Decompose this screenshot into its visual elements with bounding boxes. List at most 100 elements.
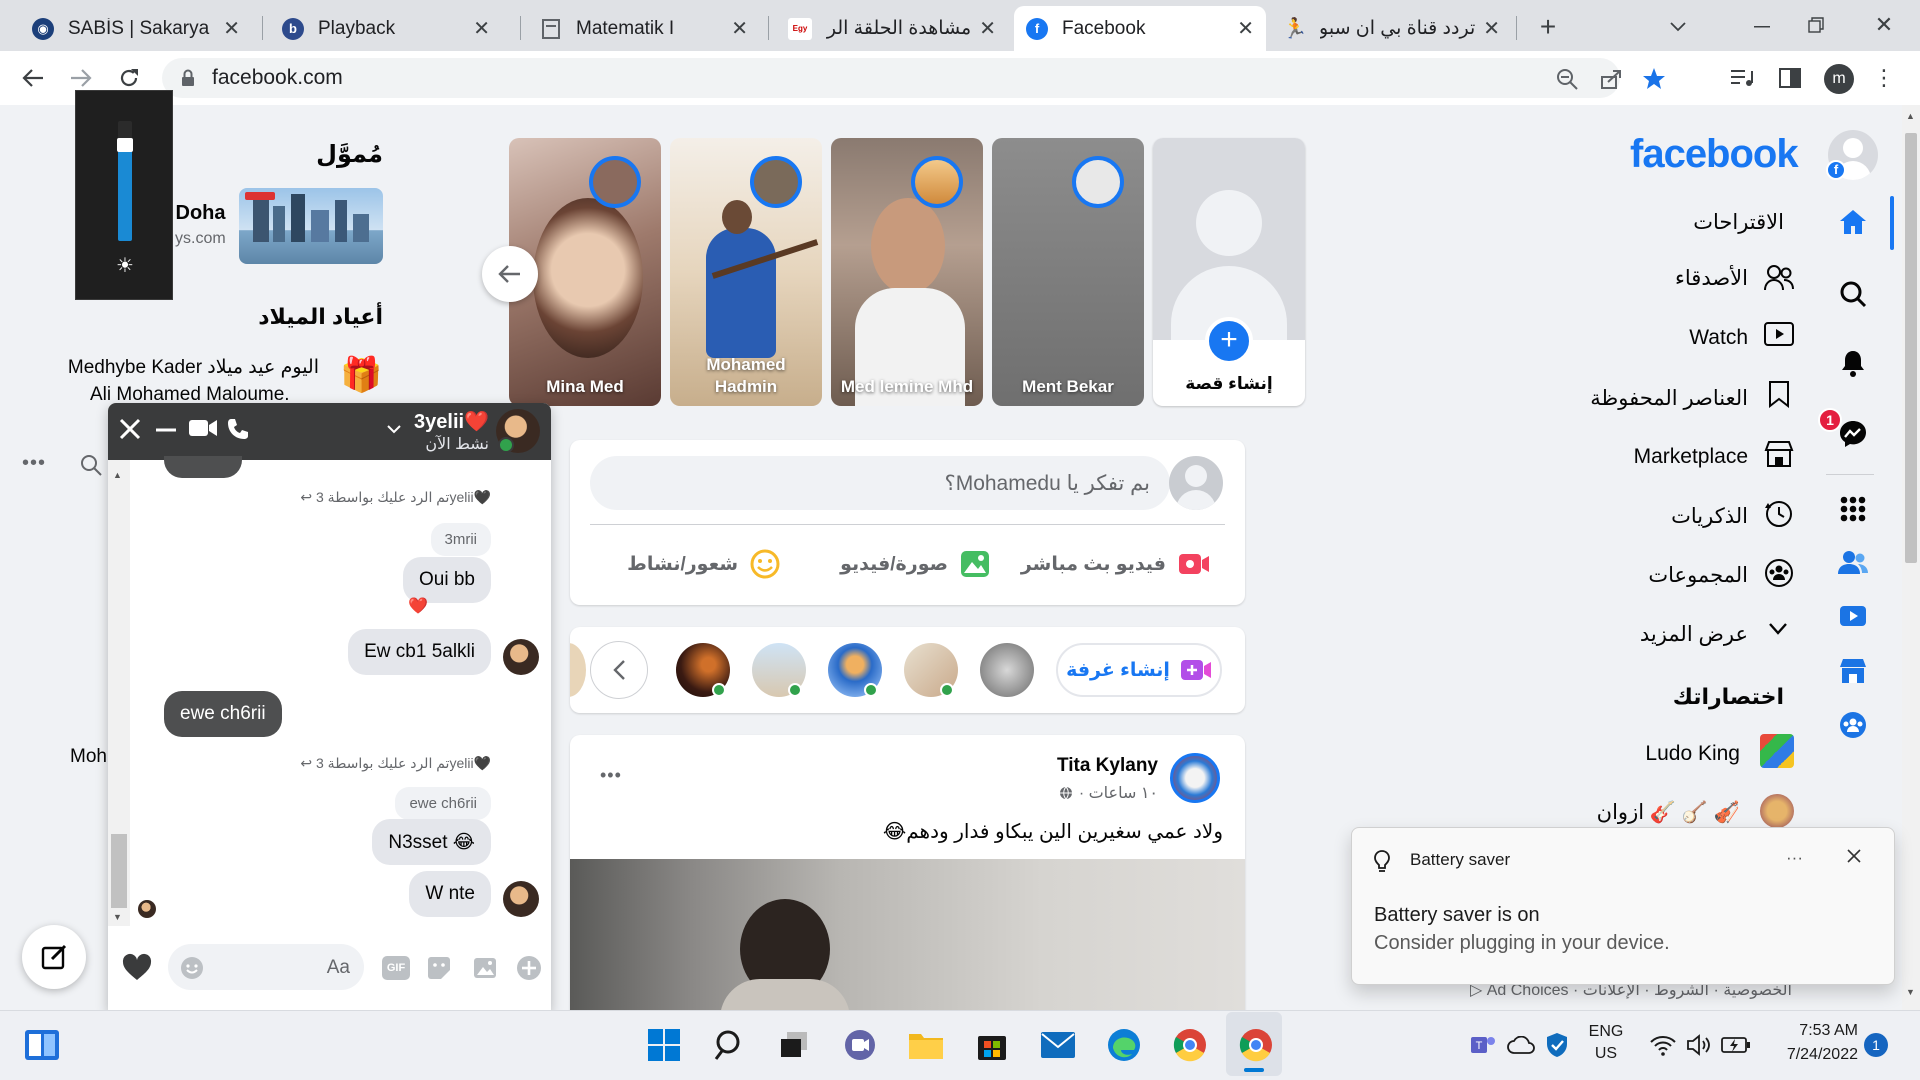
contact-name-partial[interactable]: Moh bbox=[70, 746, 107, 768]
room-avatar[interactable] bbox=[904, 643, 958, 697]
chrome-icon[interactable] bbox=[1170, 1025, 1210, 1065]
edge-icon[interactable] bbox=[1104, 1025, 1144, 1065]
story-card[interactable]: Med lemine Mhd bbox=[831, 138, 983, 406]
lock-icon[interactable] bbox=[180, 68, 196, 88]
bell-icon[interactable] bbox=[1836, 346, 1870, 380]
watch-rail-icon[interactable] bbox=[1836, 600, 1870, 634]
battery-saver-toast[interactable]: Battery saver ··· Battery saver is on Co… bbox=[1351, 827, 1895, 985]
photo-attach-icon[interactable] bbox=[472, 955, 498, 981]
heart-send-icon[interactable] bbox=[122, 953, 154, 985]
post-video[interactable] bbox=[570, 859, 1245, 1035]
home-icon[interactable] bbox=[1836, 205, 1870, 239]
media-control-icon[interactable] bbox=[1728, 64, 1756, 92]
heart-reaction[interactable]: ❤️ bbox=[408, 596, 428, 616]
close-window-button[interactable]: ✕ bbox=[1866, 10, 1902, 40]
stories-prev-button[interactable] bbox=[482, 246, 538, 302]
search-taskbar-icon[interactable] bbox=[710, 1025, 750, 1065]
new-tab-button[interactable]: + bbox=[1530, 11, 1566, 42]
post-author-avatar[interactable] bbox=[1170, 753, 1220, 803]
tab-egybest[interactable]: Egy مشاهدة الحلقة الرابع ✕ bbox=[776, 6, 1008, 51]
file-explorer-icon[interactable] bbox=[906, 1025, 946, 1065]
rooms-prev-button[interactable] bbox=[590, 641, 648, 699]
story-card[interactable]: Mohamed Hadmin bbox=[670, 138, 822, 406]
nav-item-see-more[interactable]: عرض المزيد bbox=[1640, 622, 1748, 647]
bookmark-star-icon[interactable] bbox=[1640, 65, 1668, 93]
birthday-line2[interactable]: Ali Mohamed Maloume. bbox=[90, 384, 310, 404]
facebook-logo[interactable]: facebook bbox=[1630, 132, 1799, 177]
contacts-more-icon[interactable]: ••• bbox=[22, 452, 46, 475]
side-panel-icon[interactable] bbox=[1776, 64, 1804, 92]
message-input[interactable]: Aa bbox=[168, 944, 364, 990]
security-shield-icon[interactable] bbox=[1542, 1025, 1572, 1065]
quoted-message[interactable]: ewe ch6rii bbox=[395, 787, 491, 820]
close-icon[interactable] bbox=[1846, 848, 1868, 870]
birthday-line1[interactable]: اليوم عيد ميلاد Medhybe Kader bbox=[68, 356, 319, 379]
menu-kebab-icon[interactable]: ⋮ bbox=[1873, 62, 1895, 94]
close-icon[interactable]: ✕ bbox=[223, 16, 240, 41]
create-room-button[interactable]: إنشاء غرفة bbox=[1056, 643, 1222, 697]
nav-item-friends[interactable]: الأصدقاء bbox=[1675, 266, 1748, 291]
teams-chat-icon[interactable] bbox=[840, 1025, 880, 1065]
nav-item-watch[interactable]: Watch bbox=[1689, 326, 1748, 350]
story-card[interactable]: Ment Bekar bbox=[992, 138, 1144, 406]
scroll-down-arrow[interactable]: ▼ bbox=[1906, 987, 1915, 997]
marketplace-rail-icon[interactable] bbox=[1836, 654, 1870, 688]
tab-playback[interactable]: b Playback ✕ bbox=[270, 6, 502, 51]
wifi-icon[interactable] bbox=[1648, 1025, 1678, 1065]
message-bubble[interactable]: W nte bbox=[409, 871, 491, 917]
minimize-button[interactable] bbox=[1744, 12, 1780, 42]
ad-image[interactable] bbox=[239, 188, 383, 264]
nav-item-memories[interactable]: الذكريات bbox=[1671, 504, 1748, 529]
close-icon[interactable]: ✕ bbox=[979, 16, 996, 41]
my-message-bubble[interactable]: ewe ch6rii bbox=[164, 691, 282, 737]
tab-sabis[interactable]: ◉ SABİS | Sakarya Üni ✕ bbox=[20, 6, 252, 51]
start-icon[interactable] bbox=[644, 1025, 684, 1065]
onedrive-icon[interactable] bbox=[1506, 1025, 1536, 1065]
restore-button[interactable] bbox=[1798, 10, 1834, 40]
room-avatar[interactable] bbox=[980, 643, 1034, 697]
chrome-active-icon[interactable] bbox=[1236, 1025, 1276, 1065]
friends-rail-icon[interactable] bbox=[1836, 546, 1870, 580]
shortcut-azwan[interactable]: ازوان 🎸 🪕 🎻 bbox=[1597, 800, 1740, 825]
nav-item-saved[interactable]: العناصر المحفوظة bbox=[1590, 386, 1748, 411]
sticker-icon[interactable] bbox=[426, 955, 452, 981]
close-icon[interactable]: ✕ bbox=[1483, 16, 1500, 41]
nav-item-suggestions[interactable]: الاقتراحات bbox=[1693, 210, 1784, 235]
microsoft-store-icon[interactable] bbox=[972, 1025, 1012, 1065]
live-video-button[interactable]: فيديو بث مباشر bbox=[1010, 540, 1210, 588]
task-view-icon[interactable] bbox=[774, 1025, 814, 1065]
contacts-search-icon[interactable] bbox=[80, 454, 104, 478]
menu-grid-icon[interactable] bbox=[1836, 492, 1870, 526]
quoted-message[interactable]: 3mrii bbox=[430, 523, 491, 556]
nav-item-groups[interactable]: المجموعات bbox=[1648, 563, 1748, 588]
address-bar[interactable]: facebook.com bbox=[162, 58, 1665, 98]
room-avatar[interactable] bbox=[828, 643, 882, 697]
toast-more-icon[interactable]: ··· bbox=[1786, 848, 1803, 868]
tab-facebook[interactable]: f Facebook ✕ bbox=[1014, 6, 1266, 51]
language-indicator[interactable]: ENG US bbox=[1588, 1023, 1624, 1063]
page-scrollbar[interactable]: ▲ ▼ bbox=[1902, 105, 1920, 1010]
add-attachment-icon[interactable] bbox=[516, 955, 542, 981]
close-icon[interactable] bbox=[118, 417, 146, 445]
tab-matematik[interactable]: Matematik I ✕ bbox=[528, 6, 760, 51]
clock[interactable]: 7:53 AM 7/24/2022 bbox=[1766, 1022, 1858, 1064]
composer-input[interactable]: بم تفكر يا Mohamedu؟ bbox=[590, 456, 1170, 510]
nav-item-marketplace[interactable]: Marketplace bbox=[1634, 445, 1748, 469]
close-icon[interactable]: ✕ bbox=[473, 16, 490, 41]
mail-icon[interactable] bbox=[1038, 1025, 1078, 1065]
scroll-up-arrow[interactable]: ▲ bbox=[1906, 111, 1915, 121]
teams-tray-icon[interactable]: T bbox=[1468, 1025, 1498, 1065]
emoji-icon[interactable] bbox=[180, 956, 204, 980]
post-time[interactable]: ١٠ ساعات · bbox=[1079, 783, 1158, 803]
message-bubble[interactable]: Ew cb1 5alkli bbox=[348, 629, 491, 675]
video-call-icon[interactable] bbox=[188, 417, 220, 445]
room-avatar[interactable] bbox=[570, 643, 586, 697]
tab-bein[interactable]: 🏃 تردد قناة بي ان سبور ✕ bbox=[1272, 6, 1512, 51]
scrollbar-thumb[interactable] bbox=[1905, 133, 1917, 563]
chat-scrollbar[interactable]: ▲ ▼ bbox=[108, 460, 130, 926]
chat-contact-name[interactable]: 3yelii❤️ bbox=[414, 409, 489, 434]
phone-icon[interactable] bbox=[226, 417, 254, 445]
zoom-icon[interactable] bbox=[1554, 66, 1580, 92]
share-icon[interactable] bbox=[1598, 66, 1624, 92]
profile-avatar[interactable]: m bbox=[1824, 64, 1854, 94]
